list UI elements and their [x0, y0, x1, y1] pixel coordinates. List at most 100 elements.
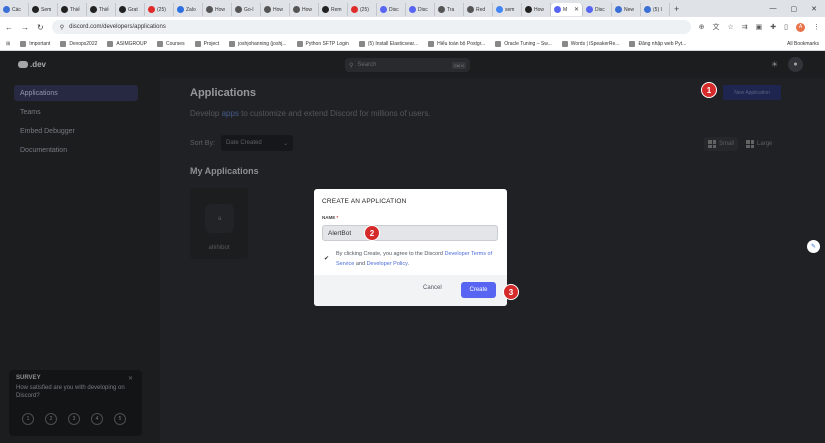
minimize-icon[interactable]: — [770, 5, 777, 13]
tab-label: (5) I [653, 6, 662, 13]
tab-label: Thiế [99, 6, 109, 13]
back-icon[interactable]: ← [5, 23, 13, 32]
bookmark-label: Important [29, 40, 51, 47]
tab-label: New [624, 6, 635, 13]
tab-favicon-icon [467, 6, 474, 13]
browser-tab[interactable]: Disc [406, 3, 435, 16]
modal-title: CREATE AN APPLICATION [322, 198, 407, 205]
bookmarks-bar: ⊞ Important Devops2022 ASIMGROUP Courses Pro… [0, 37, 825, 51]
sidepanel-icon[interactable]: ▯ [784, 23, 788, 31]
browser-tab[interactable]: Rem [319, 3, 348, 16]
bookmark-label: Devops2022 [69, 40, 98, 47]
tab-favicon-icon [235, 6, 242, 13]
tab-favicon-icon [264, 6, 271, 13]
bookmark-label: Python SFTP Login [305, 40, 349, 47]
forward-icon[interactable]: → [21, 23, 29, 32]
terms-agreement: By clicking Create, you agree to the Dis… [336, 250, 501, 269]
site-info-icon[interactable]: ⚲ [60, 24, 64, 31]
menu-icon[interactable]: ⋮ [813, 23, 820, 31]
bookmark-icon [20, 40, 27, 47]
browser-tab[interactable]: (25) [348, 3, 377, 16]
browser-tab[interactable]: Các [0, 3, 29, 16]
name-label: NAME * [322, 215, 338, 220]
tab-label: Các [12, 6, 21, 13]
browser-tab[interactable]: How [522, 3, 551, 16]
tab-favicon-icon [3, 6, 10, 13]
browser-tab-active[interactable]: M ✕ [551, 3, 583, 16]
bookmark-icon [194, 40, 201, 47]
bookmark-item[interactable]: joshjohanning (joshj... [229, 40, 287, 47]
new-tab-icon[interactable]: + [670, 4, 683, 14]
url-text: discord.com/developers/applications [69, 24, 166, 30]
browser-tab[interactable]: (25) [145, 3, 174, 16]
tab-favicon-icon [554, 6, 561, 13]
url-field[interactable]: ⚲ discord.com/developers/applications [51, 20, 691, 34]
browser-tab[interactable]: sem [493, 3, 522, 16]
tab-favicon-icon [615, 6, 622, 13]
bookmark-item[interactable]: Devops2022 [60, 40, 98, 47]
bookmark-icon [296, 40, 303, 47]
create-button[interactable]: Create [461, 282, 496, 298]
bookmark-item[interactable]: Words | iSpeakerRe... [561, 40, 620, 47]
app-name-input[interactable]: AlertBot [322, 225, 498, 241]
bookmark-label: Words | iSpeakerRe... [570, 40, 620, 47]
browser-tab[interactable]: Zalo [174, 3, 203, 16]
profile-avatar[interactable]: A [796, 22, 805, 32]
developer-policy-link[interactable]: Developer Policy [367, 261, 408, 267]
browser-tab[interactable]: How [261, 3, 290, 16]
tab-favicon-icon [293, 6, 300, 13]
bookmark-item[interactable]: Courses [156, 40, 185, 47]
tab-label: How [302, 6, 313, 13]
puzzle-icon[interactable]: ✚ [770, 23, 776, 31]
close-window-icon[interactable]: ✕ [811, 5, 817, 13]
bookmark-item[interactable]: Đăng nhập web Pyt... [629, 40, 686, 47]
browser-tab[interactable]: (5) I [641, 3, 670, 16]
cast-icon[interactable]: ⇉ [742, 23, 748, 31]
browser-tab[interactable]: Thiế [58, 3, 87, 16]
bookmark-item[interactable]: (5) Install Elasticsear... [358, 40, 419, 47]
address-bar-icons: ⊕ 文 ☆ ⇉ ▣ ✚ ▯ A ⋮ [699, 22, 820, 32]
browser-tab[interactable]: Grat [116, 3, 145, 16]
browser-tab[interactable]: Tra [435, 3, 464, 16]
extension-icon[interactable]: ▣ [756, 23, 763, 31]
agree-text: By clicking Create, you agree to the Dis… [336, 251, 445, 257]
tab-label: How [534, 6, 545, 13]
browser-tab[interactable]: Sem [29, 3, 58, 16]
browser-tab[interactable]: How [290, 3, 319, 16]
all-bookmarks-button[interactable]: All Bookmarks [787, 41, 819, 47]
close-tab-icon[interactable]: ✕ [574, 6, 579, 13]
bookmark-item[interactable]: Oracle Tuning – Sw... [495, 40, 552, 47]
name-label-text: NAME [322, 215, 336, 220]
zoom-icon[interactable]: ⊕ [699, 23, 705, 31]
bookmark-item[interactable]: Project [194, 40, 220, 47]
browser-tab[interactable]: Thiế [87, 3, 116, 16]
bookmark-icon [561, 40, 568, 47]
star-icon[interactable]: ☆ [727, 23, 733, 31]
apps-grid-icon[interactable]: ⊞ [6, 41, 10, 47]
cancel-button[interactable]: Cancel [423, 285, 442, 291]
tab-label: How [215, 6, 226, 13]
bookmark-item[interactable]: Python SFTP Login [296, 40, 349, 47]
tab-favicon-icon [90, 6, 97, 13]
bookmark-label: Project [203, 40, 220, 47]
bookmark-item[interactable]: ASIMGROUP [107, 40, 147, 47]
bookmark-label: (5) Install Elasticsear... [367, 40, 419, 47]
browser-tab[interactable]: Red [464, 3, 493, 16]
tab-label: sem [505, 6, 515, 13]
floating-widget-icon[interactable]: ✎ [807, 240, 820, 253]
tab-label: Red [476, 6, 486, 13]
translate-icon[interactable]: 文 [712, 22, 719, 32]
step-marker-3: 3 [503, 284, 519, 300]
tab-label: Zalo [186, 6, 196, 13]
browser-tab[interactable]: New [612, 3, 641, 16]
bookmark-label: joshjohanning (joshj... [238, 40, 287, 47]
browser-tab[interactable]: Disc [583, 3, 612, 16]
bookmark-item[interactable]: Important [20, 40, 51, 47]
maximize-icon[interactable]: ▢ [791, 5, 798, 13]
browser-tab[interactable]: Go-l [232, 3, 261, 16]
bookmark-item[interactable]: Hiểu toàn bộ Postgr... [428, 40, 485, 47]
tab-favicon-icon [409, 6, 416, 13]
browser-tab[interactable]: How [203, 3, 232, 16]
browser-tab[interactable]: Disc [377, 3, 406, 16]
reload-icon[interactable]: ↻ [37, 23, 44, 32]
